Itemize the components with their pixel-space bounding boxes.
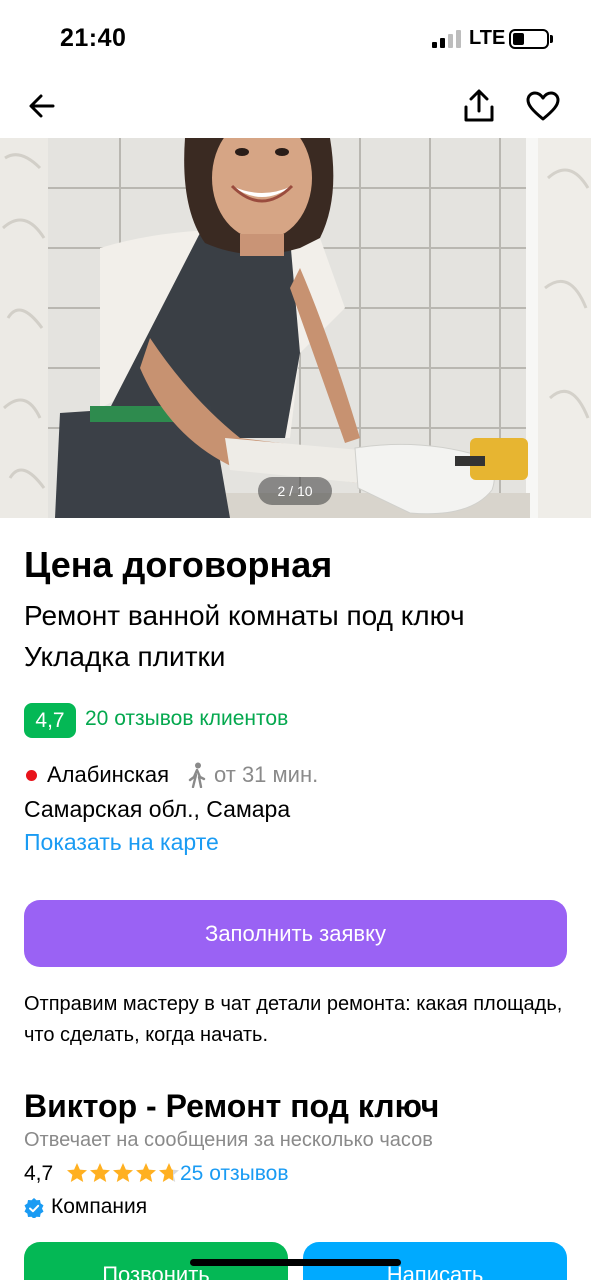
listing-title-line-1: Ремонт ванной комнаты под ключ: [24, 600, 465, 631]
network-type: LTE: [469, 27, 506, 49]
share-button[interactable]: [457, 84, 501, 128]
star-icon: [113, 1163, 133, 1182]
price: Цена договорная: [24, 544, 333, 585]
fill-request-button[interactable]: Заполнить заявку: [24, 900, 567, 967]
metro-station: Алабинская: [47, 762, 170, 787]
favorite-button[interactable]: [521, 84, 565, 128]
status-time: 21:40: [60, 24, 127, 52]
walking-icon: [188, 762, 206, 788]
battery-tip: [550, 35, 553, 43]
rating-badge: 4,7: [24, 703, 76, 738]
show-on-map-link[interactable]: Показать на карте: [24, 829, 219, 856]
seller-type: Компания: [51, 1195, 148, 1218]
star-icon: [90, 1163, 110, 1182]
arrow-left-icon: [29, 94, 55, 118]
top-nav: [0, 76, 591, 136]
share-icon: [464, 89, 494, 122]
star-icon: [159, 1163, 179, 1182]
signal-icon: [432, 30, 461, 48]
heart-icon: [526, 91, 560, 121]
seller-name[interactable]: Виктор - Ремонт под ключ: [24, 1088, 439, 1125]
reviews-link[interactable]: 20 отзывов клиентов: [85, 707, 288, 731]
metro-line-dot: [26, 770, 37, 781]
back-button[interactable]: [20, 84, 64, 128]
cta-description: Отправим мастеру в чат детали ремонта: к…: [24, 993, 563, 1046]
star-icon: [67, 1163, 87, 1182]
battery-level: [513, 33, 524, 45]
seller-stars: [66, 1162, 180, 1186]
star-icon: [136, 1163, 156, 1182]
seller-reviews-link[interactable]: 25 отзывов: [180, 1162, 289, 1186]
photo-counter: 2 / 10: [258, 477, 332, 505]
status-bar: 21:40 LTE: [0, 0, 591, 76]
address: Самарская обл., Самара: [24, 796, 291, 822]
photo-image: [0, 138, 591, 518]
listing-photo[interactable]: [0, 138, 591, 518]
battery-icon: [509, 29, 549, 49]
listing-title-line-2: Укладка плитки: [24, 641, 226, 672]
home-indicator: [190, 1259, 401, 1266]
seller-rating: 4,7: [24, 1162, 54, 1185]
verified-icon: [24, 1198, 44, 1218]
walk-time: от 31 мин.: [214, 762, 319, 787]
seller-reply-time: Отвечает на сообщения за несколько часов: [24, 1129, 433, 1151]
